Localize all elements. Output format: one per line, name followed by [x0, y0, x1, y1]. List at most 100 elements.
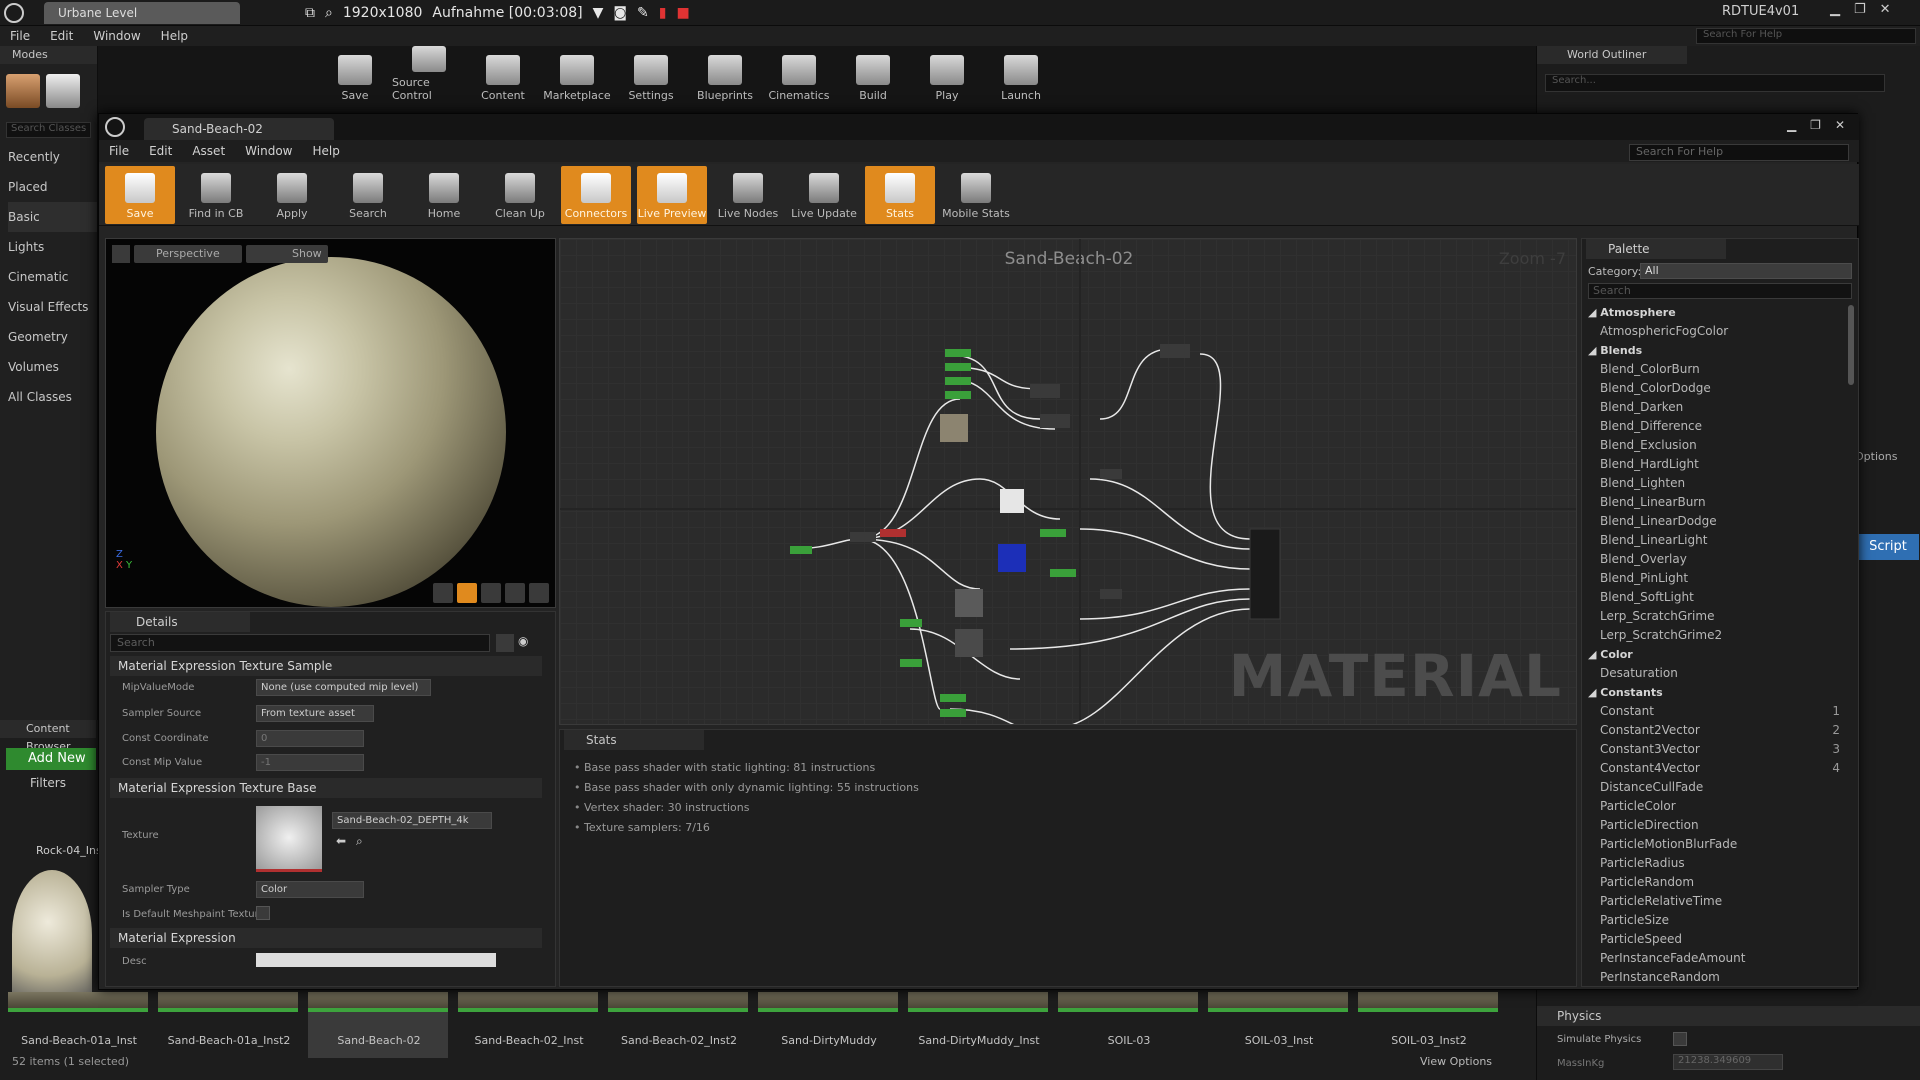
cylinder-preview-icon[interactable]: [433, 583, 453, 603]
build-button[interactable]: Build: [836, 46, 910, 106]
sampler-source-dropdown[interactable]: From texture asset: [256, 705, 374, 722]
palette-item[interactable]: Blend_ColorDodge: [1588, 379, 1846, 398]
menu-file[interactable]: File: [0, 29, 40, 43]
pause-icon[interactable]: ▮: [659, 5, 667, 21]
physics-section[interactable]: Physics: [1537, 1006, 1920, 1026]
palette-item[interactable]: Blend_Exclusion: [1588, 436, 1846, 455]
perspective-button[interactable]: Perspective: [134, 245, 242, 263]
palette-item[interactable]: Blend_SoftLight: [1588, 588, 1846, 607]
mat-menu-file[interactable]: File: [99, 144, 139, 158]
palette-item[interactable]: ParticleSize: [1588, 911, 1846, 930]
mode-cat-volumes[interactable]: Volumes: [8, 352, 97, 382]
toolbar-connectors-button[interactable]: Connectors: [561, 165, 631, 224]
sampler-type-dropdown[interactable]: Color: [256, 881, 364, 898]
menu-help[interactable]: Help: [151, 29, 198, 43]
palette-item[interactable]: Lerp_ScratchGrime: [1588, 607, 1846, 626]
toolbar-search-button[interactable]: Search: [333, 166, 403, 224]
details-search[interactable]: Search: [110, 634, 490, 652]
mat-help-search[interactable]: Search For Help: [1629, 144, 1849, 161]
toolbar-home-button[interactable]: Home: [409, 166, 479, 224]
show-button[interactable]: Show: [246, 245, 328, 263]
palette-item[interactable]: ParticleSpeed: [1588, 930, 1846, 949]
asset-tile[interactable]: Sand-Beach-01a_Inst2: [158, 992, 298, 1058]
asset-tile[interactable]: Sand-Beach-01a_Inst: [8, 992, 148, 1058]
toolbar-clean-up-button[interactable]: Clean Up: [485, 166, 555, 224]
sphere-preview-icon[interactable]: [457, 583, 477, 603]
palette-item[interactable]: Constant4Vector 4: [1588, 759, 1846, 778]
category-dropdown[interactable]: All: [1640, 263, 1852, 279]
palette-category[interactable]: ◢ Atmosphere: [1588, 303, 1846, 322]
palette-item[interactable]: Blend_LinearBurn: [1588, 493, 1846, 512]
material-tab[interactable]: Sand-Beach-02: [144, 118, 334, 140]
use-asset-arrow-icon[interactable]: ⬅: [336, 834, 346, 848]
palette-item[interactable]: Desaturation: [1588, 664, 1846, 683]
palette-item[interactable]: ParticleMotionBlurFade: [1588, 835, 1846, 854]
palette-item[interactable]: ParticleDirection: [1588, 816, 1846, 835]
palette-item[interactable]: Constant3Vector 3: [1588, 740, 1846, 759]
outer-help-search[interactable]: Search For Help: [1696, 28, 1916, 44]
chevron-down-icon[interactable]: ▼: [593, 5, 604, 21]
mode-cat-geometry[interactable]: Geometry: [8, 322, 97, 352]
default-meshpaint-checkbox[interactable]: [256, 906, 270, 920]
content-button[interactable]: Content: [466, 46, 540, 106]
toolbar-find-in-cb-button[interactable]: Find in CB: [181, 166, 251, 224]
simulate-physics-checkbox[interactable]: [1673, 1032, 1687, 1046]
source-control-button[interactable]: Source Control: [392, 46, 466, 106]
toolbar-apply-button[interactable]: Apply: [257, 166, 327, 224]
minimize-icon[interactable]: ▁: [1787, 118, 1796, 132]
details-section-texture-sample[interactable]: Material Expression Texture Sample: [110, 656, 542, 676]
toolbar-live-preview-button[interactable]: Live Preview: [637, 165, 707, 224]
mat-menu-asset[interactable]: Asset: [182, 144, 235, 158]
maximize-icon[interactable]: ❐: [1810, 118, 1821, 132]
pencil-icon[interactable]: ✎: [637, 5, 649, 21]
mode-cat-recent[interactable]: Recently Placed: [8, 142, 97, 202]
menu-window[interactable]: Window: [83, 29, 150, 43]
palette-category[interactable]: ◢ Blends: [1588, 341, 1846, 360]
launch-button[interactable]: Launch: [984, 46, 1058, 106]
mat-menu-help[interactable]: Help: [302, 144, 349, 158]
mipvaluemode-dropdown[interactable]: None (use computed mip level): [256, 679, 431, 696]
palette-item[interactable]: Blend_HardLight: [1588, 455, 1846, 474]
palette-search[interactable]: Search: [1588, 283, 1852, 299]
add-new-button[interactable]: Add New: [6, 748, 96, 770]
asset-tile[interactable]: Sand-DirtyMuddy: [758, 992, 898, 1058]
mesh-preview-icon[interactable]: [529, 583, 549, 603]
paint-mode-icon[interactable]: [46, 74, 80, 108]
palette-item[interactable]: Blend_LinearLight: [1588, 531, 1846, 550]
play-button[interactable]: Play: [910, 46, 984, 106]
texture-dropdown[interactable]: Sand-Beach-02_DEPTH_4k: [332, 812, 492, 829]
material-graph[interactable]: Sand-Beach-02 Zoom -7 MATERIAL: [559, 238, 1577, 725]
level-tab[interactable]: Urbane Level: [44, 2, 240, 24]
palette-item[interactable]: Blend_ColorBurn: [1588, 360, 1846, 379]
palette-item[interactable]: Lerp_ScratchGrime2: [1588, 626, 1846, 645]
palette-item[interactable]: ParticleRelativeTime: [1588, 892, 1846, 911]
palette-item[interactable]: Constant2Vector 2: [1588, 721, 1846, 740]
mode-cat-basic[interactable]: Basic: [8, 202, 97, 232]
blueprints-button[interactable]: Blueprints: [688, 46, 762, 106]
modes-search[interactable]: Search Classes: [6, 122, 91, 138]
asset-tile[interactable]: SOIL-03_Inst: [1208, 992, 1348, 1058]
palette-item[interactable]: Blend_Overlay: [1588, 550, 1846, 569]
marketplace-button[interactable]: Marketplace: [540, 46, 614, 106]
asset-thumbnail[interactable]: [12, 870, 92, 1000]
palette-item[interactable]: PerInstanceRandom: [1588, 968, 1846, 987]
toolbar-live-update-button[interactable]: Live Update: [789, 166, 859, 224]
palette-scrollbar[interactable]: [1848, 305, 1854, 385]
browse-search-icon[interactable]: ⌕: [356, 834, 363, 849]
mat-menu-edit[interactable]: Edit: [139, 144, 182, 158]
palette-item[interactable]: ParticleRandom: [1588, 873, 1846, 892]
texture-thumbnail[interactable]: [256, 806, 322, 872]
details-section-expression[interactable]: Material Expression: [110, 928, 542, 948]
stop-icon[interactable]: ■: [676, 5, 689, 21]
palette-item[interactable]: PerInstanceFadeAmount: [1588, 949, 1846, 968]
close-icon[interactable]: ✕: [1835, 118, 1845, 132]
outliner-search[interactable]: Search...: [1545, 74, 1885, 92]
side-asset-label[interactable]: Rock-04_Inst: [36, 844, 106, 857]
cube-preview-icon[interactable]: [505, 583, 525, 603]
filters-button[interactable]: Filters: [30, 776, 66, 790]
preview-viewport[interactable]: Perspective Show ZX Y: [105, 238, 556, 608]
script-button[interactable]: Script: [1857, 534, 1919, 560]
stats-tab[interactable]: Stats: [564, 730, 704, 750]
details-tab[interactable]: Details: [110, 612, 250, 632]
desc-field[interactable]: [256, 953, 496, 967]
